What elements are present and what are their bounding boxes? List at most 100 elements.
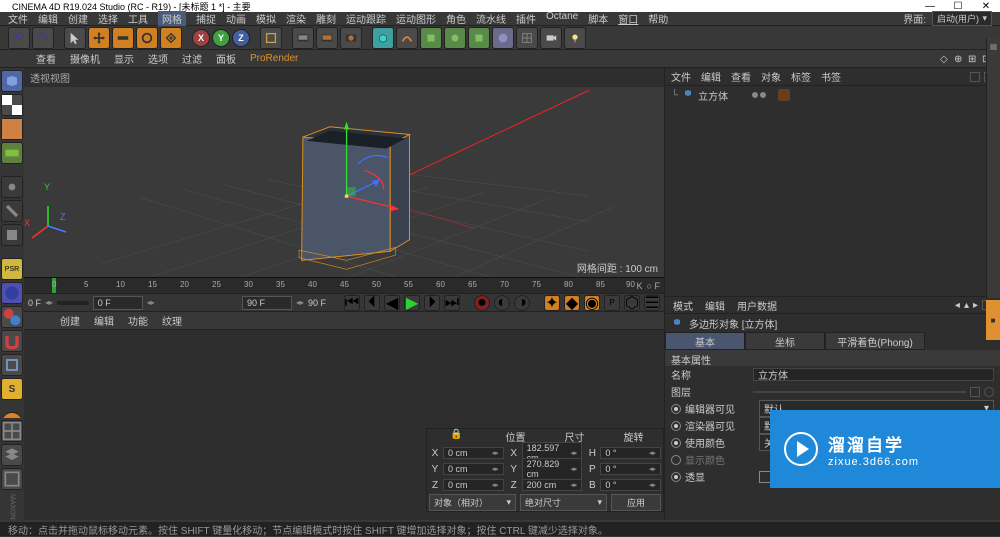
lt-axis-mode[interactable] — [1, 118, 23, 140]
pb-range-slider[interactable] — [57, 301, 89, 305]
move-tool[interactable] — [88, 27, 110, 49]
om-menu-bookmarks[interactable]: 书签 — [821, 69, 841, 84]
menu-window[interactable]: 窗口 — [618, 11, 638, 26]
pb-goto-end[interactable]: ⏭ — [444, 295, 460, 311]
bl-scale-icon[interactable] — [1, 468, 23, 490]
lock-icon[interactable]: 🔒 — [427, 429, 486, 445]
camera-tool[interactable] — [540, 27, 562, 49]
object-tree[interactable]: └ 立方体 — [665, 86, 1000, 296]
generator-2[interactable] — [444, 27, 466, 49]
axis-x-toggle[interactable]: X — [192, 29, 210, 47]
bl-grid-icon[interactable] — [1, 420, 23, 442]
om-menu-edit[interactable]: 编辑 — [701, 69, 721, 84]
bl-layers-icon[interactable] — [1, 444, 23, 466]
om-menu-view[interactable]: 查看 — [731, 69, 751, 84]
lt-sphere-1[interactable] — [1, 282, 23, 304]
maximize-button[interactable]: ☐ — [948, 1, 968, 12]
pb-rotation-key[interactable]: ◉ — [584, 295, 600, 311]
dock-tab-1[interactable]: ▦ — [989, 42, 998, 51]
pb-current-frame[interactable] — [93, 296, 143, 310]
object-label[interactable]: 立方体 — [698, 88, 728, 103]
pos-x-input[interactable]: 0 cm◂▸ — [443, 447, 504, 459]
menu-script[interactable]: 脚本 — [588, 11, 608, 26]
rot-h-input[interactable]: 0 °◂▸ — [600, 447, 661, 459]
menu-help[interactable]: 帮助 — [648, 11, 668, 26]
last-tool[interactable] — [160, 27, 182, 49]
menu-motion-track[interactable]: 运动跟踪 — [346, 11, 386, 26]
layout-dropdown[interactable]: 启动(用户)▾ — [932, 11, 992, 26]
primitive-cube[interactable] — [372, 27, 394, 49]
coordinate-system[interactable] — [260, 27, 282, 49]
menu-character[interactable]: 角色 — [446, 11, 466, 26]
vp-nav-icon-3[interactable]: ⊞ — [968, 54, 978, 64]
pb-position-key[interactable]: ✦ — [544, 295, 560, 311]
rotate-tool[interactable] — [136, 27, 158, 49]
coord-size-mode-dropdown[interactable]: 绝对尺寸▾ — [520, 494, 607, 511]
spline-tool[interactable] — [396, 27, 418, 49]
grid-background[interactable] — [516, 27, 538, 49]
pb-play[interactable]: ▶ — [404, 295, 420, 311]
attr-tab-basic[interactable]: 基本 — [665, 332, 745, 350]
vp-menu-display[interactable]: 显示 — [114, 51, 134, 66]
timeline-ruler[interactable]: 0 5 10 15 20 25 30 35 40 45 50 55 60 65 … — [24, 277, 664, 293]
lt-ball-multi[interactable] — [1, 306, 23, 328]
attr-through-radio[interactable] — [671, 472, 681, 482]
attr-display-color-radio[interactable] — [671, 455, 681, 465]
pb-scale-key[interactable]: ◆ — [564, 295, 580, 311]
attr-name-input[interactable] — [753, 368, 994, 381]
menu-octane[interactable]: Octane — [546, 11, 578, 26]
phong-tag-icon[interactable] — [778, 89, 790, 101]
mat-menu-texture[interactable]: 纹理 — [162, 313, 182, 328]
undo-button[interactable]: ↶ — [8, 27, 30, 49]
pb-pla-key[interactable]: ⬡ — [624, 295, 640, 311]
pb-autokey[interactable]: ◐ — [494, 295, 510, 311]
pb-keyframe-opts[interactable]: ◑ — [514, 295, 530, 311]
lt-snap[interactable]: S — [1, 378, 23, 400]
attr-use-color-radio[interactable] — [671, 438, 681, 448]
close-button[interactable]: ✕ — [976, 1, 996, 12]
attr-editor-vis-radio[interactable] — [671, 404, 681, 414]
am-nav-fwd[interactable]: ▸ — [973, 300, 978, 311]
attr-render-vis-radio[interactable] — [671, 421, 681, 431]
vp-menu-view[interactable]: 查看 — [36, 51, 56, 66]
menu-mesh[interactable]: 网格 — [158, 11, 186, 26]
render-queue[interactable] — [340, 27, 362, 49]
redo-button[interactable]: ↷ — [32, 27, 54, 49]
light-tool[interactable] — [564, 27, 586, 49]
viewport-3d[interactable]: 网格间距 : 100 cm Y X Z — [24, 87, 664, 277]
pb-param-key[interactable]: P — [604, 295, 620, 311]
pb-next-key[interactable]: ⏵ — [424, 295, 440, 311]
pb-prev-key[interactable]: ⏴ — [364, 295, 380, 311]
mat-menu-edit[interactable]: 编辑 — [94, 313, 114, 328]
menu-animate[interactable]: 动画 — [226, 11, 246, 26]
om-menu-objects[interactable]: 对象 — [761, 69, 781, 84]
lt-point-mode[interactable] — [1, 176, 23, 198]
axis-z-toggle[interactable]: Z — [232, 29, 250, 47]
menu-select[interactable]: 选择 — [98, 11, 118, 26]
vp-nav-icon-1[interactable]: ◇ — [940, 54, 950, 64]
menu-snap[interactable]: 捕捉 — [196, 11, 216, 26]
attr-layer-clear-icon[interactable] — [984, 387, 994, 397]
menu-file[interactable]: 文件 — [8, 11, 28, 26]
am-menu-edit[interactable]: 编辑 — [705, 298, 725, 313]
attr-tab-coord[interactable]: 坐标 — [745, 332, 825, 350]
attr-layer-input[interactable] — [753, 391, 966, 393]
vp-menu-panel[interactable]: 面板 — [216, 51, 236, 66]
menu-render[interactable]: 渲染 — [286, 11, 306, 26]
menu-tools[interactable]: 工具 — [128, 11, 148, 26]
deformer-tool[interactable] — [468, 27, 490, 49]
mat-menu-function[interactable]: 功能 — [128, 313, 148, 328]
vp-nav-icon-2[interactable]: ⊕ — [954, 54, 964, 64]
lt-model-mode[interactable] — [1, 70, 23, 92]
coord-mode-dropdown[interactable]: 对象（相对）▾ — [429, 494, 516, 511]
lt-texture-mode[interactable] — [1, 94, 23, 116]
right-docked-tab-orange[interactable]: ■ — [986, 300, 1000, 340]
am-nav-up[interactable]: ▴ — [964, 300, 969, 311]
pb-ghost[interactable]: ☰ — [644, 295, 660, 311]
coord-apply-button[interactable]: 应用 — [611, 494, 661, 511]
generator-tool[interactable] — [420, 27, 442, 49]
obj-vis-editor-dot[interactable] — [752, 92, 758, 98]
attr-tab-phong[interactable]: 平滑着色(Phong) — [825, 332, 925, 350]
pos-z-input[interactable]: 0 cm◂▸ — [443, 479, 504, 491]
menu-pipeline[interactable]: 流水线 — [476, 11, 506, 26]
